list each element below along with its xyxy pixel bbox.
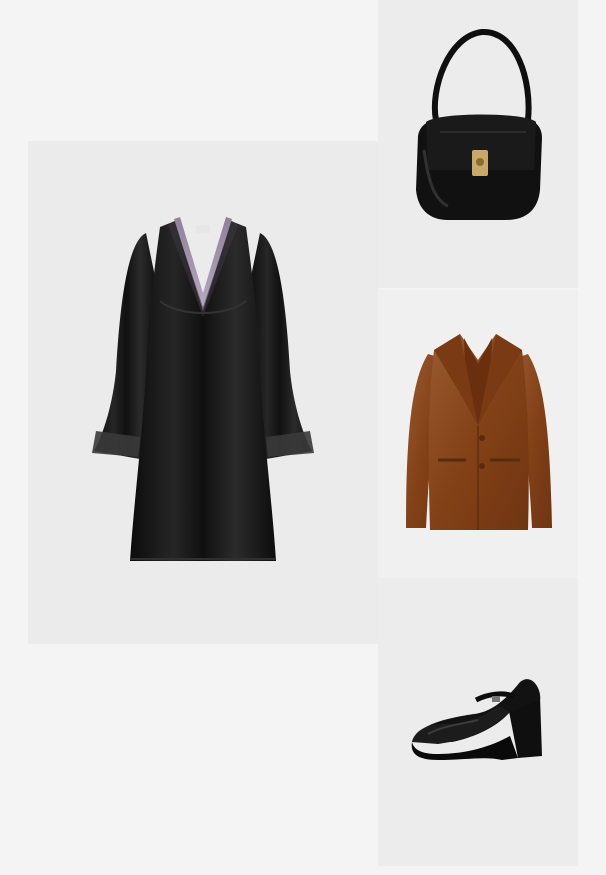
product-tile-shoes[interactable]: [378, 578, 578, 866]
product-tile-jacket[interactable]: [378, 290, 578, 578]
product-tile-dress[interactable]: [28, 141, 378, 644]
brown-suede-blazer-image: [406, 334, 552, 530]
black-satin-lace-dress-image: [92, 217, 314, 561]
black-leather-shoulder-bag-image: [416, 28, 542, 220]
outfit-collage: [0, 0, 606, 875]
black-mary-jane-heel-image: [411, 679, 542, 760]
product-tile-bag[interactable]: [378, 0, 578, 288]
